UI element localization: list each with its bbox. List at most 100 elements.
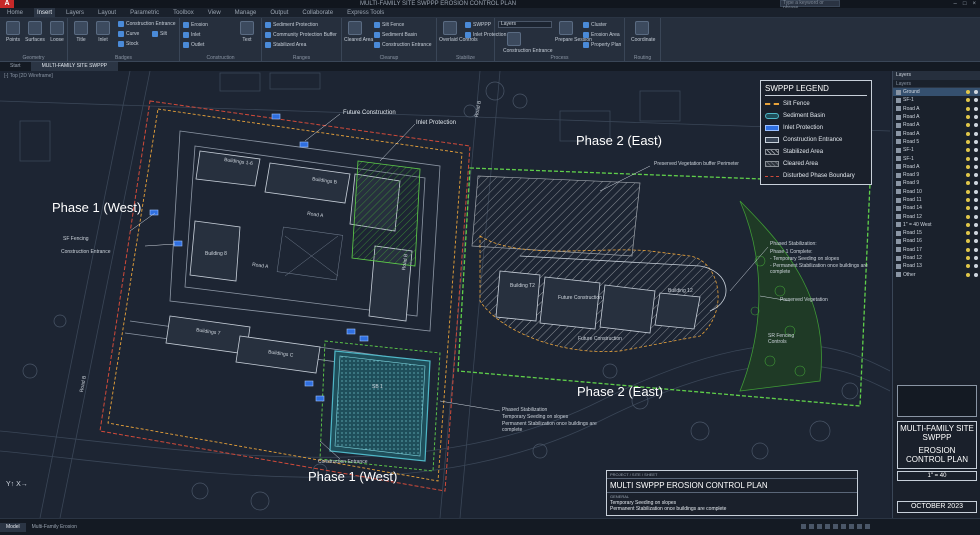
tab-manage[interactable]: Manage <box>232 8 260 17</box>
layer-color-icon[interactable] <box>896 106 901 112</box>
layer-row[interactable]: Road 5 <box>893 138 980 146</box>
layer-color-icon[interactable] <box>896 97 901 103</box>
maximize-icon[interactable]: □ <box>963 0 967 8</box>
layer-color-icon[interactable] <box>896 222 901 228</box>
layer-row[interactable]: Road 16 <box>893 237 980 245</box>
layer-row[interactable]: Road 10 <box>893 188 980 196</box>
layer-on-icon[interactable] <box>966 214 970 219</box>
tab-output[interactable]: Output <box>267 8 291 17</box>
layer-row[interactable]: Road 12 <box>893 254 980 262</box>
tab-layers[interactable]: Layers <box>63 8 87 17</box>
layer-color-icon[interactable] <box>896 189 901 195</box>
layer-row[interactable]: Other <box>893 271 980 279</box>
layer-color-icon[interactable] <box>896 197 901 203</box>
surfaces-tool[interactable]: Surfaces <box>24 21 46 43</box>
snap-toggle-icon[interactable] <box>809 524 814 529</box>
layer-row[interactable]: Road A <box>893 163 980 171</box>
layer-color-icon[interactable] <box>896 180 901 186</box>
points-tool[interactable]: Points <box>2 21 24 43</box>
layer-row[interactable]: Road A <box>893 113 980 121</box>
lineweight-toggle-icon[interactable] <box>841 524 846 529</box>
layer-row[interactable]: Road A <box>893 129 980 137</box>
search-input[interactable]: Type a keyword or phrase <box>780 0 840 11</box>
layer-dropdown[interactable]: Layers <box>498 21 552 28</box>
layer-row[interactable]: Road 13 <box>893 262 980 270</box>
layer-row[interactable]: SF-1 <box>893 96 980 104</box>
layer-lock-icon[interactable] <box>974 98 978 103</box>
layer-color-icon[interactable] <box>896 263 901 269</box>
layer-on-icon[interactable] <box>966 106 970 111</box>
layer-on-icon[interactable] <box>966 131 970 136</box>
erosion-area-tool[interactable]: Erosion Area <box>583 32 620 38</box>
layer-row[interactable]: SF-1 <box>893 154 980 162</box>
stock-tool[interactable]: Stock <box>118 41 139 47</box>
layer-color-icon[interactable] <box>896 156 901 162</box>
outlet-tool[interactable]: Outlet <box>183 42 204 48</box>
layer-color-icon[interactable] <box>896 164 901 170</box>
layer-on-icon[interactable] <box>966 115 970 120</box>
layer-row[interactable]: Road 9 <box>893 171 980 179</box>
minimize-icon[interactable]: – <box>954 0 957 8</box>
layer-lock-icon[interactable] <box>974 156 978 161</box>
layer-lock-icon[interactable] <box>974 181 978 186</box>
layer-on-icon[interactable] <box>966 189 970 194</box>
layer-lock-icon[interactable] <box>974 214 978 219</box>
layer-row[interactable]: Road 17 <box>893 246 980 254</box>
property-plan-tool[interactable]: Property Plan <box>583 42 621 48</box>
layer-row[interactable]: Road 15 <box>893 229 980 237</box>
layer-color-icon[interactable] <box>896 114 901 120</box>
sediment-protection-tool[interactable]: Sediment Protection <box>265 22 318 28</box>
tab-collaborate[interactable]: Collaborate <box>299 8 336 17</box>
tab-layout-multi-family[interactable]: Multi-Family Erosion <box>26 523 83 532</box>
text-tool[interactable]: Text <box>236 21 258 43</box>
drawing-canvas[interactable]: Phase 1 (West) Phase 2 (East) Phase 2 (E… <box>0 71 890 518</box>
layer-on-icon[interactable] <box>966 139 970 144</box>
layer-color-icon[interactable] <box>896 238 901 244</box>
silt-tool[interactable]: Silt <box>152 31 167 37</box>
layer-row[interactable]: Road 9 <box>893 179 980 187</box>
osnap-toggle-icon[interactable] <box>833 524 838 529</box>
layer-color-icon[interactable] <box>896 139 901 145</box>
layer-lock-icon[interactable] <box>974 123 978 128</box>
close-icon[interactable]: × <box>972 0 976 8</box>
tab-home[interactable]: Home <box>4 8 26 17</box>
layer-color-icon[interactable] <box>896 205 901 211</box>
layer-on-icon[interactable] <box>966 222 970 227</box>
construction-entrance-tool[interactable]: Construction Entrance <box>118 21 175 27</box>
tab-layout[interactable]: Layout <box>95 8 119 17</box>
layer-on-icon[interactable] <box>966 264 970 269</box>
prepare-session-tool[interactable]: Prepare Session <box>555 21 592 43</box>
layer-lock-icon[interactable] <box>974 264 978 269</box>
layer-lock-icon[interactable] <box>974 131 978 136</box>
cleared-area-tool[interactable]: Cleared Area <box>344 21 373 43</box>
layer-on-icon[interactable] <box>966 247 970 252</box>
tab-parametric[interactable]: Parametric <box>127 8 162 17</box>
cluster-tool[interactable]: Cluster <box>583 22 607 28</box>
layer-lock-icon[interactable] <box>974 222 978 227</box>
layer-row[interactable]: SF-1 <box>893 146 980 154</box>
layer-color-icon[interactable] <box>896 122 901 128</box>
title-tool[interactable]: Title <box>70 21 92 43</box>
layer-on-icon[interactable] <box>966 198 970 202</box>
stabilized-area-tool[interactable]: Stabilized Area <box>265 42 306 48</box>
tab-insert[interactable]: Insert <box>34 8 56 17</box>
layer-lock-icon[interactable] <box>974 272 978 277</box>
workspace-icon[interactable] <box>857 524 862 529</box>
community-buffer-tool[interactable]: Community Protection Buffer <box>265 32 337 38</box>
layer-lock-icon[interactable] <box>974 173 978 178</box>
layer-lock-icon[interactable] <box>974 231 978 236</box>
inlet-small-tool[interactable]: Inlet <box>183 32 200 38</box>
annotation-scale-icon[interactable] <box>849 524 854 529</box>
layer-on-icon[interactable] <box>966 173 970 178</box>
layer-row[interactable]: Road A <box>893 105 980 113</box>
layer-lock-icon[interactable] <box>974 189 978 194</box>
curve-tool[interactable]: Curve <box>118 31 139 37</box>
layer-lock-icon[interactable] <box>974 256 978 261</box>
coordinate-tool[interactable]: Coordinate <box>631 21 655 43</box>
viewport-label[interactable]: [-] Top [2D Wireframe] <box>4 73 53 79</box>
layer-lock-icon[interactable] <box>974 115 978 120</box>
tab-view[interactable]: View <box>205 8 224 17</box>
layer-color-icon[interactable] <box>896 131 901 137</box>
layer-lock-icon[interactable] <box>974 139 978 144</box>
layer-color-icon[interactable] <box>896 255 901 261</box>
